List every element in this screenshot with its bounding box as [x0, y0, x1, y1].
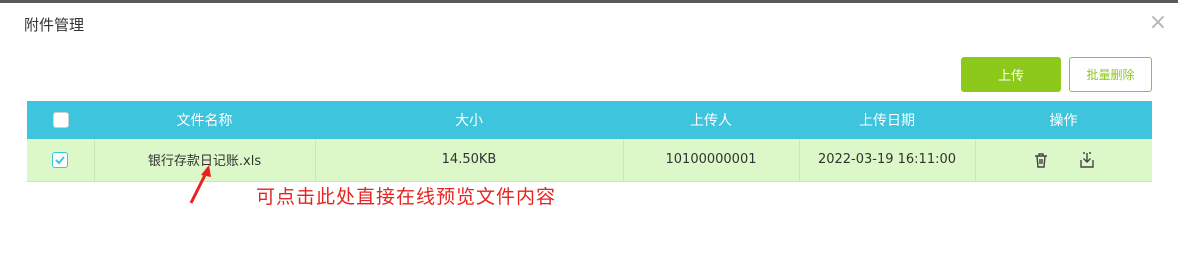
close-icon[interactable]: ×: [1147, 12, 1169, 34]
upload-button[interactable]: 上传: [961, 57, 1061, 92]
file-uploader: 10100000001: [623, 139, 800, 182]
header-actions: 操作: [1049, 113, 1078, 129]
row-checkbox[interactable]: [52, 151, 69, 168]
header-size: 大小: [455, 113, 483, 129]
select-all-checkbox[interactable]: [52, 112, 69, 128]
dialog-title: 附件管理: [24, 16, 85, 34]
annotation-text: 可点击此处直接在线预览文件内容: [256, 186, 557, 208]
annotation-arrow-icon: [189, 165, 211, 204]
table-header-row: 文件名称 大小 上传人 上传日期 操作: [27, 101, 1152, 139]
select-all-cell[interactable]: [27, 101, 94, 139]
header-uploader: 上传人: [690, 113, 732, 129]
row-select-cell[interactable]: [27, 139, 95, 182]
file-size: 14.50KB: [315, 139, 624, 182]
download-icon[interactable]: [1078, 151, 1096, 169]
header-upload-date: 上传日期: [859, 113, 915, 129]
top-border: [0, 0, 1178, 3]
row-actions: [975, 139, 1152, 182]
trash-icon[interactable]: [1032, 151, 1050, 169]
file-upload-date: 2022-03-19 16:11:00: [799, 139, 976, 182]
header-file-name: 文件名称: [176, 113, 233, 129]
batch-delete-button[interactable]: 批量删除: [1069, 57, 1152, 92]
